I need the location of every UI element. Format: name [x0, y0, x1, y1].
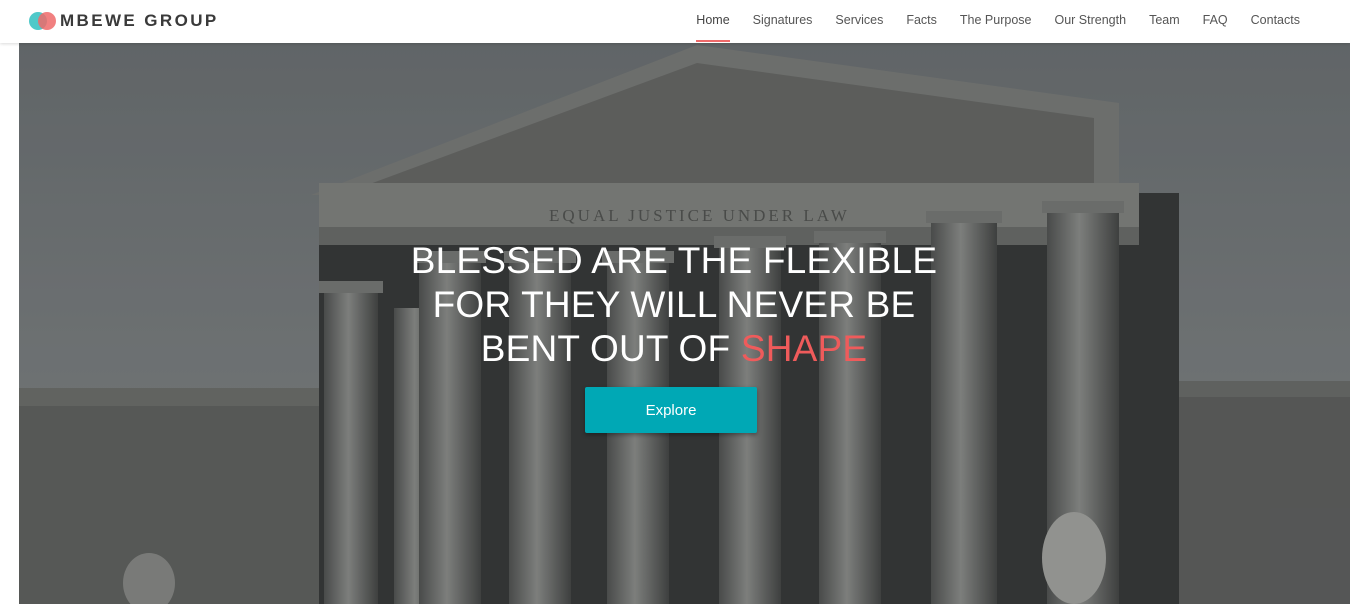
nav-item-team[interactable]: Team: [1149, 0, 1180, 43]
brand-logo-link[interactable]: MBEWE GROUP: [29, 10, 219, 32]
nav-item-faq[interactable]: FAQ: [1203, 0, 1228, 43]
hero-section: EQUAL JUSTICE UNDER LAW BLESSED ARE THE …: [19, 43, 1350, 604]
hero-headline: BLESSED ARE THE FLEXIBLE FOR THEY WILL N…: [363, 239, 985, 371]
nav-item-the-purpose[interactable]: The Purpose: [960, 0, 1032, 43]
headline-line-3-prefix: BENT OUT OF: [480, 328, 741, 369]
brand-logo-icon: [29, 11, 57, 31]
headline-line-2: FOR THEY WILL NEVER BE: [432, 284, 916, 325]
nav-item-home[interactable]: Home: [696, 0, 730, 43]
nav-item-signatures[interactable]: Signatures: [753, 0, 813, 43]
main-nav: Home Signatures Services Facts The Purpo…: [673, 0, 1300, 43]
nav-item-contacts[interactable]: Contacts: [1251, 0, 1300, 43]
nav-item-services[interactable]: Services: [835, 0, 883, 43]
headline-line-1: BLESSED ARE THE FLEXIBLE: [410, 240, 938, 281]
explore-button[interactable]: Explore: [585, 387, 757, 433]
nav-item-facts[interactable]: Facts: [906, 0, 937, 43]
brand-name: MBEWE GROUP: [60, 11, 219, 30]
top-navbar: MBEWE GROUP Home Signatures Services Fac…: [0, 0, 1350, 43]
nav-item-our-strength[interactable]: Our Strength: [1054, 0, 1126, 43]
headline-accent-word: SHAPE: [740, 328, 868, 369]
